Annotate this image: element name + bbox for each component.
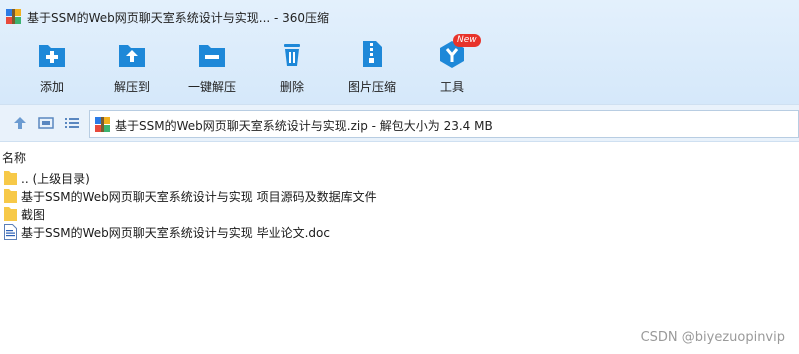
- address-bar-row: 基于SSM的Web网页聊天室系统设计与实现.zip - 解包大小为 23.4 M…: [0, 104, 799, 142]
- window-title: 基于SSM的Web网页聊天室系统设计与实现... - 360压缩: [27, 11, 330, 25]
- list-item-thesis-doc[interactable]: 基于SSM的Web网页聊天室系统设计与实现 毕业论文.doc: [0, 223, 799, 241]
- file-name: 基于SSM的Web网页聊天室系统设计与实现 毕业论文.doc: [21, 226, 330, 240]
- watermark: CSDN @biyezuopinvip: [640, 330, 785, 345]
- image-compress-icon: [363, 41, 382, 67]
- image-compress-button[interactable]: 图片压缩: [334, 34, 410, 98]
- extract-to-button[interactable]: 解压到: [94, 34, 170, 98]
- new-badge: New: [453, 34, 481, 47]
- up-arrow-icon[interactable]: [12, 115, 28, 131]
- add-button[interactable]: 添加: [14, 34, 90, 98]
- extract-to-icon: [119, 45, 145, 67]
- list-item-screenshots-folder[interactable]: 截图: [0, 205, 799, 223]
- archive-app-icon: [6, 9, 21, 24]
- file-name: 基于SSM的Web网页聊天室系统设计与实现 项目源码及数据库文件: [21, 190, 377, 204]
- file-name: 截图: [21, 208, 46, 222]
- extract-to-label: 解压到: [113, 80, 150, 94]
- add-label: 添加: [39, 80, 64, 94]
- list-item-source-folder[interactable]: 基于SSM的Web网页聊天室系统设计与实现 项目源码及数据库文件: [0, 187, 799, 205]
- folder-icon: [4, 207, 17, 221]
- zip-archive-icon: [95, 117, 110, 132]
- file-name: .. (上级目录): [21, 172, 90, 186]
- word-document-icon: [4, 224, 17, 240]
- title-bar: 基于SSM的Web网页聊天室系统设计与实现... - 360压缩: [0, 0, 799, 32]
- column-name-label: 名称: [2, 151, 27, 165]
- view-mode-icon[interactable]: [38, 115, 54, 131]
- one-click-extract-label: 一键解压: [187, 80, 236, 94]
- address-text: 基于SSM的Web网页聊天室系统设计与实现.zip - 解包大小为 23.4 M…: [115, 119, 493, 133]
- folder-icon: [4, 189, 17, 203]
- tools-label: 工具: [439, 80, 464, 94]
- main-toolbar: 添加 解压到 一键解压 删除 图片压缩 New 工具: [0, 34, 799, 100]
- delete-button[interactable]: 删除: [254, 34, 330, 98]
- list-view-icon[interactable]: [64, 115, 80, 131]
- folder-icon: [4, 171, 17, 185]
- delete-label: 删除: [279, 80, 304, 94]
- image-compress-label: 图片压缩: [347, 80, 396, 94]
- add-icon: [39, 45, 65, 67]
- one-click-extract-button[interactable]: 一键解压: [174, 34, 250, 98]
- one-click-extract-icon: [199, 45, 225, 67]
- column-header-name[interactable]: 名称: [0, 147, 799, 167]
- list-item-parent-directory[interactable]: .. (上级目录): [0, 169, 799, 187]
- delete-icon: [284, 44, 300, 66]
- file-list: .. (上级目录) 基于SSM的Web网页聊天室系统设计与实现 项目源码及数据库…: [0, 169, 799, 241]
- address-field[interactable]: 基于SSM的Web网页聊天室系统设计与实现.zip - 解包大小为 23.4 M…: [89, 110, 799, 138]
- tools-button[interactable]: New 工具: [414, 34, 490, 98]
